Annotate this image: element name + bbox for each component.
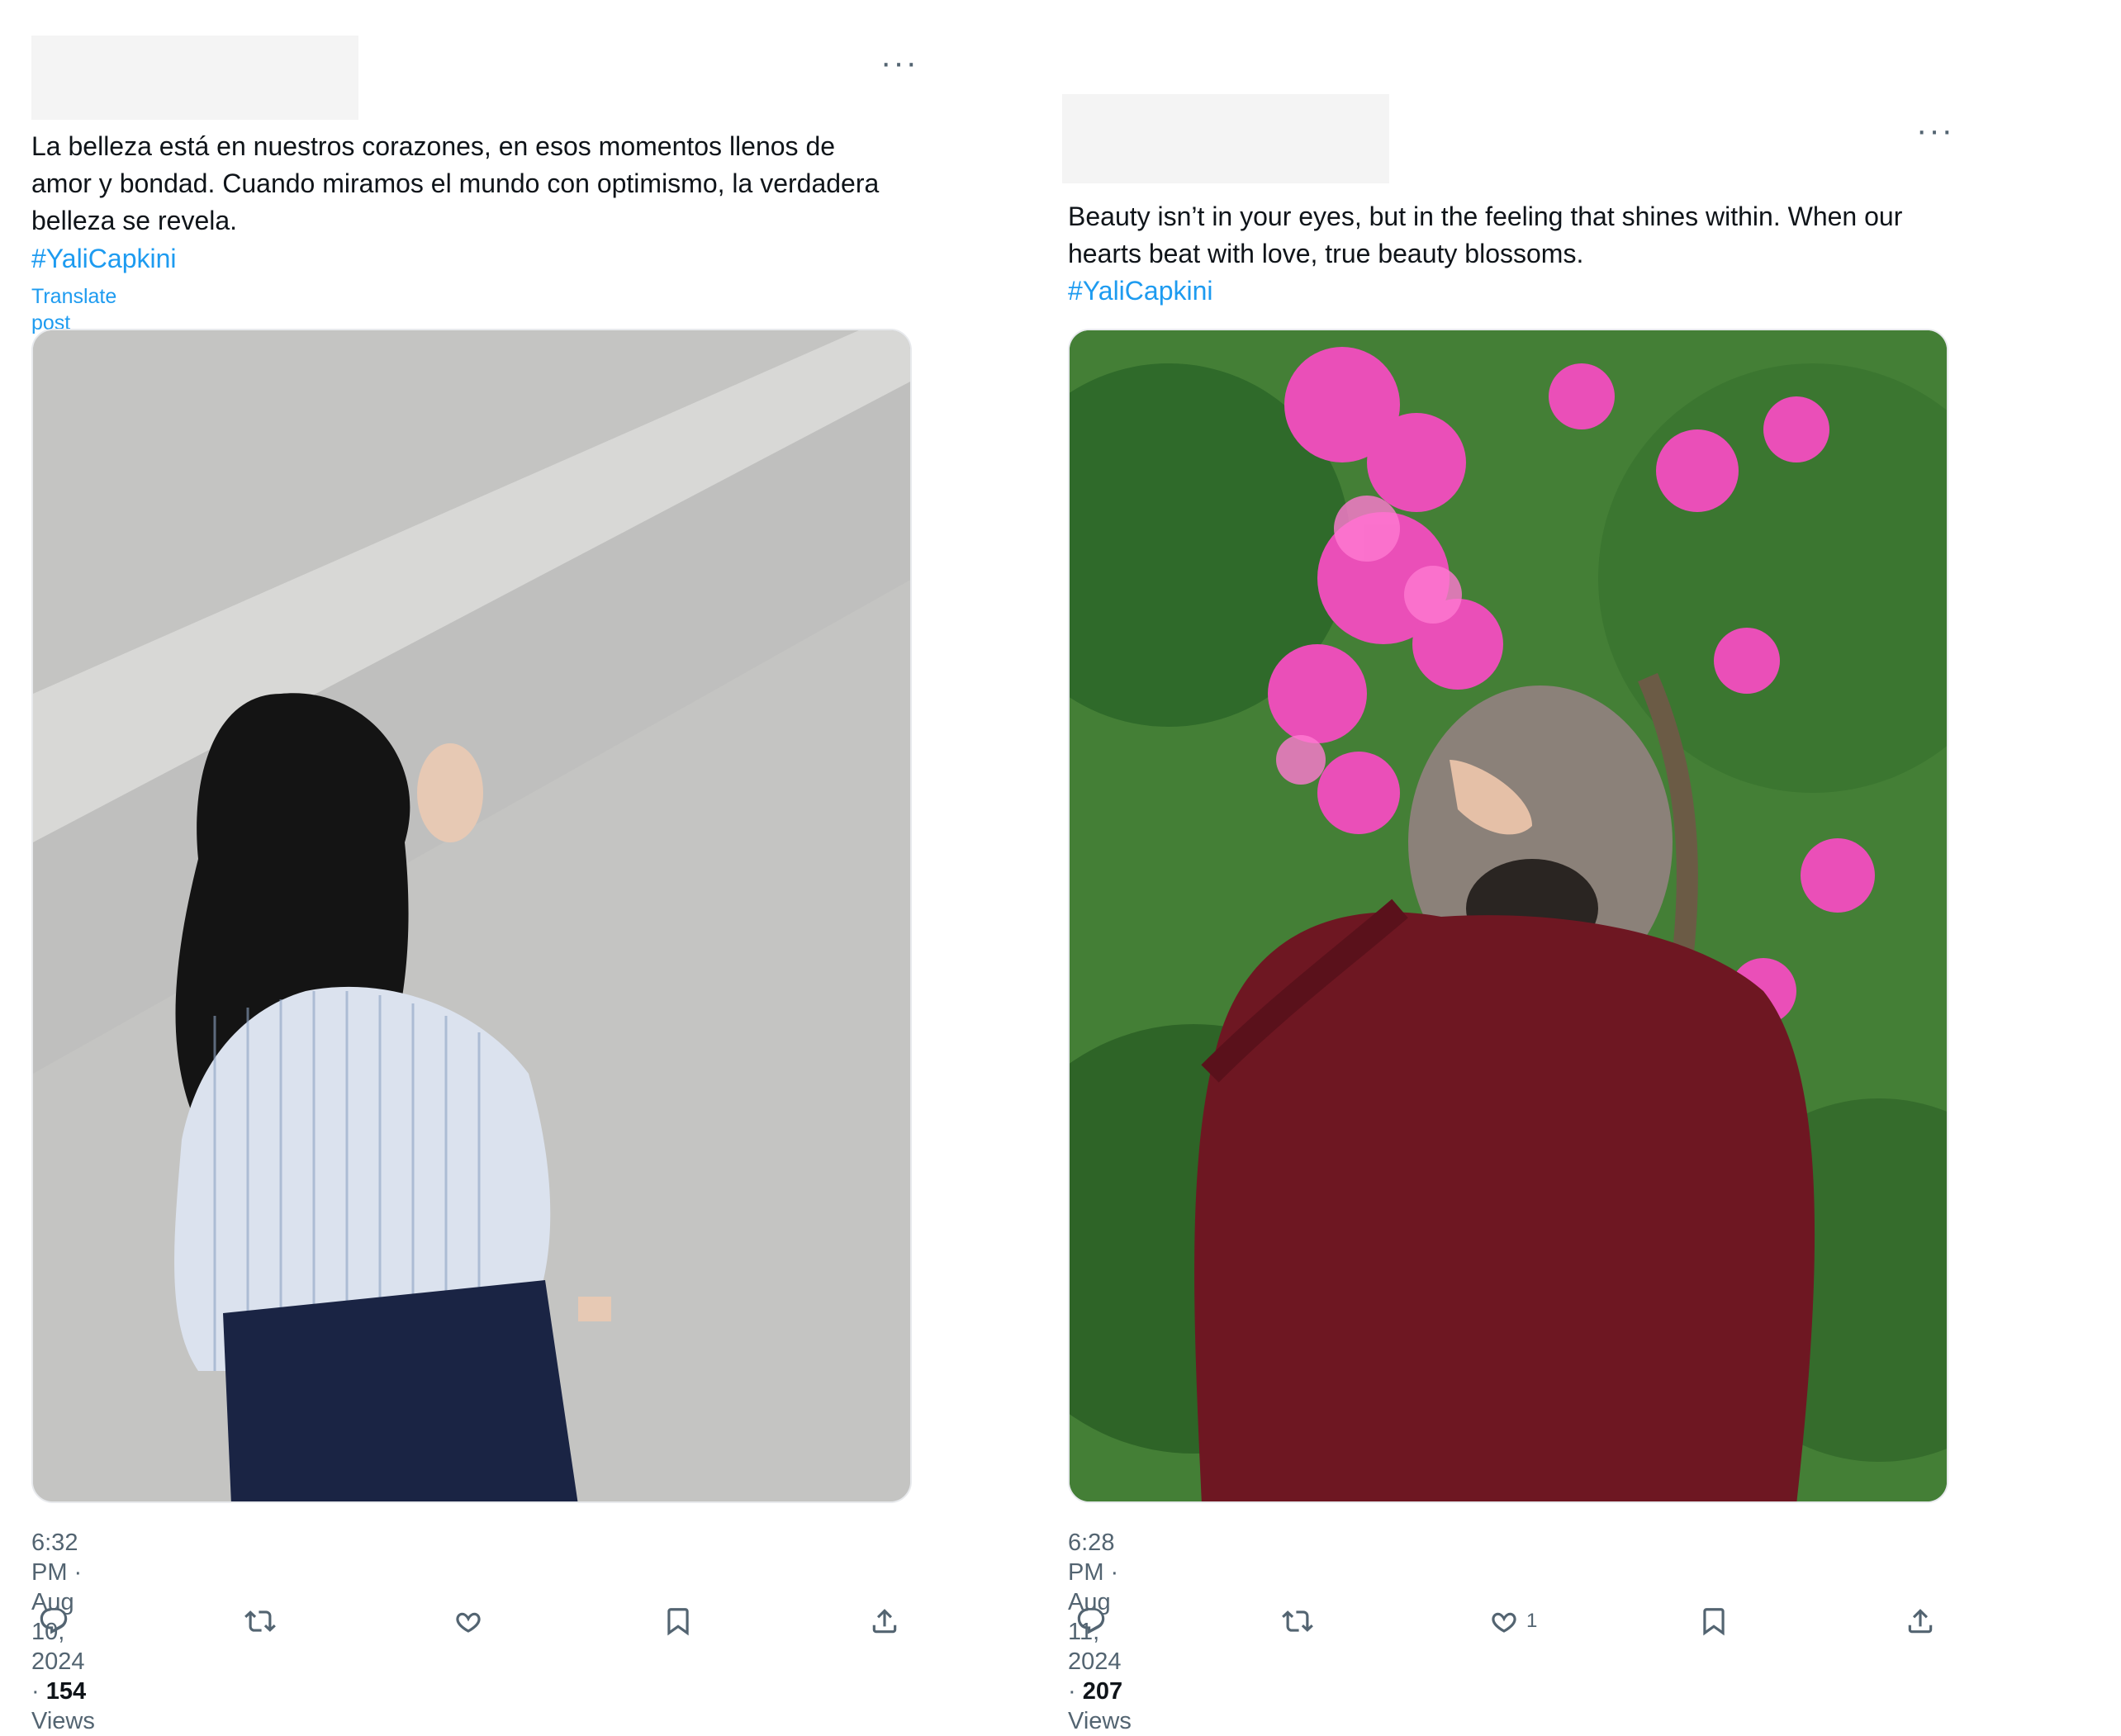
bookmark-icon <box>667 1608 689 1636</box>
repost-button[interactable] <box>1282 1601 1313 1642</box>
views-label: Views <box>31 1708 95 1734</box>
reply-button[interactable] <box>1075 1601 1107 1642</box>
share-icon <box>872 1609 897 1634</box>
reply-icon <box>40 1608 68 1634</box>
views-label: Views <box>1068 1708 1132 1734</box>
post-text-line: belleza se revela. <box>31 206 238 235</box>
views-count: 154 <box>45 1678 87 1705</box>
action-bar: 1 <box>1075 1601 1951 1642</box>
bookmark-button[interactable] <box>1698 1601 1730 1642</box>
repost-icon <box>1282 1610 1313 1632</box>
like-icon <box>1492 1612 1516 1633</box>
post-image[interactable] <box>1068 329 1948 1503</box>
share-button[interactable] <box>869 1601 900 1642</box>
photo-illustration <box>33 330 910 1501</box>
like-count: 1 <box>1526 1610 1538 1632</box>
post-text: La belleza está en nuestros corazones, e… <box>31 128 940 240</box>
share-icon <box>1908 1609 1933 1634</box>
reply-button[interactable] <box>38 1601 69 1642</box>
bookmark-icon <box>1703 1608 1725 1636</box>
post-text: Beauty isn’t in your eyes, but in the fe… <box>1068 198 1976 273</box>
hashtag-link[interactable]: #YaliCapkini <box>31 240 177 277</box>
hashtag-link[interactable]: #YaliCapkini <box>1068 273 1213 310</box>
action-bar <box>38 1601 913 1642</box>
like-button[interactable]: 1 <box>1488 1601 1537 1642</box>
author-header-placeholder <box>31 36 358 120</box>
like-icon <box>456 1612 481 1633</box>
repost-icon <box>244 1610 276 1632</box>
repost-button[interactable] <box>244 1601 276 1642</box>
post-text-line: amor y bondad. Cuando miramos el mundo c… <box>31 168 880 198</box>
post-text-line: La belleza está en nuestros corazones, e… <box>31 131 836 161</box>
bookmark-button[interactable] <box>662 1601 694 1642</box>
post-image[interactable] <box>31 329 912 1503</box>
post-text-line: hearts beat with love, true beauty bloss… <box>1068 239 1584 268</box>
views-count: 207 <box>1082 1678 1123 1705</box>
author-header-placeholder <box>1062 94 1389 183</box>
more-options-icon[interactable]: ··· <box>880 46 918 79</box>
post-text-line: Beauty isn’t in your eyes, but in the fe… <box>1068 202 1903 231</box>
photo-illustration <box>1070 330 1947 1501</box>
like-button[interactable] <box>453 1601 491 1642</box>
share-button[interactable] <box>1905 1601 1936 1642</box>
reply-icon <box>1077 1608 1105 1634</box>
more-options-icon[interactable]: ··· <box>1916 114 1954 147</box>
